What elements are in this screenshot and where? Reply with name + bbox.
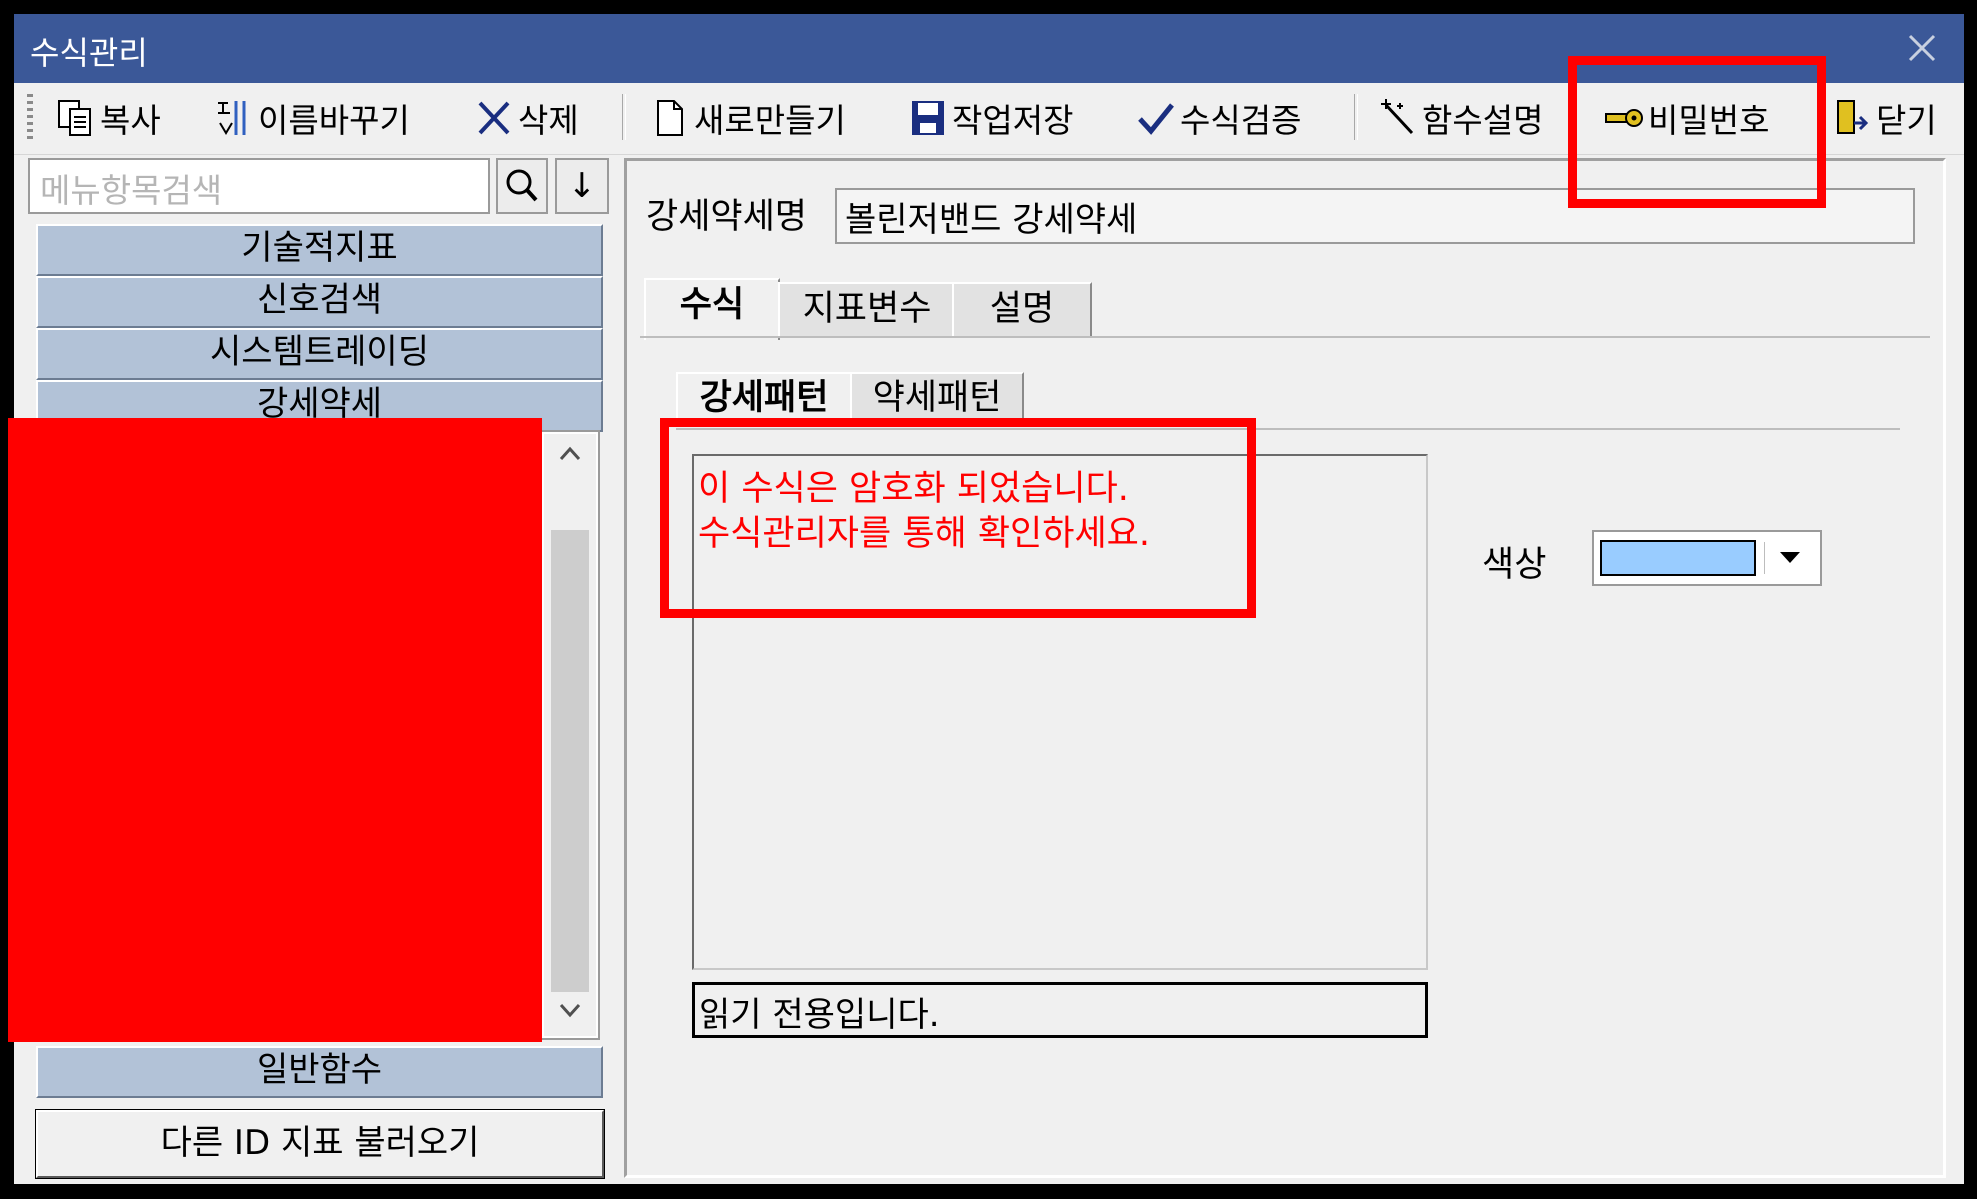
magic-wand-icon [1378, 97, 1418, 139]
close-icon[interactable] [1900, 26, 1944, 70]
encrypted-message-line2: 수식관리자를 통해 확인하세요. [698, 514, 1150, 554]
name-field[interactable]: 볼린저밴드 강세약세 [835, 188, 1915, 244]
copy-button[interactable]: 복사 [56, 93, 161, 143]
save-button[interactable]: 작업저장 [908, 93, 1073, 143]
category-general-functions[interactable]: 일반함수 [36, 1046, 603, 1098]
delete-label: 삭제 [518, 101, 579, 140]
tab-formula[interactable]: 수식 [644, 278, 780, 340]
exit-door-icon [1832, 97, 1872, 139]
chevron-down-icon[interactable] [1780, 552, 1800, 563]
category-system-trading[interactable]: 시스템트레이딩 [36, 328, 603, 380]
password-label: 비밀번호 [1648, 101, 1770, 140]
rename-icon [214, 97, 254, 139]
rename-button[interactable]: 이름바꾸기 [214, 93, 410, 143]
dropdown-separator [1764, 542, 1765, 574]
title-bar [14, 14, 1964, 83]
rename-label: 이름바꾸기 [258, 101, 410, 140]
move-down-button[interactable]: ↓ [555, 158, 609, 214]
save-label: 작업저장 [952, 101, 1074, 140]
copy-label: 복사 [100, 101, 161, 140]
load-other-id-button[interactable]: 다른 ID 지표 불러오기 [35, 1109, 605, 1179]
password-button[interactable]: 비밀번호 [1604, 93, 1769, 143]
subtab-bearish-pattern[interactable]: 약세패턴 [850, 372, 1024, 424]
scroll-thumb[interactable] [551, 530, 589, 992]
verify-label: 수식검증 [1180, 101, 1302, 140]
search-button[interactable] [496, 158, 548, 214]
category-technical-indicators[interactable]: 기술적지표 [36, 224, 603, 276]
new-button[interactable]: 새로만들기 [650, 93, 846, 143]
exit-label: 닫기 [1876, 101, 1937, 140]
tab-indicator-variables[interactable]: 지표변수 [778, 282, 956, 338]
function-help-label: 함수설명 [1422, 101, 1544, 140]
tab-description[interactable]: 설명 [952, 282, 1092, 338]
redacted-area [8, 418, 542, 1042]
floppy-save-icon [908, 97, 948, 139]
checkmark-icon [1136, 97, 1176, 139]
subtab-bullish-pattern[interactable]: 강세패턴 [676, 372, 852, 424]
exit-button[interactable]: 닫기 [1832, 93, 1937, 143]
scroll-down-icon[interactable] [544, 990, 596, 1042]
new-document-icon [650, 97, 690, 139]
toolbar-separator [1354, 94, 1358, 140]
name-label: 강세약세명 [646, 197, 808, 237]
tab-divider [640, 336, 1930, 338]
subtab-divider [676, 428, 1900, 430]
color-swatch [1600, 540, 1756, 576]
search-icon [506, 169, 538, 202]
verify-button[interactable]: 수식검증 [1136, 93, 1301, 143]
color-label: 색상 [1482, 545, 1547, 585]
category-signal-search[interactable]: 신호검색 [36, 276, 603, 328]
toolbar-separator [622, 94, 626, 140]
new-label: 새로만들기 [694, 101, 846, 140]
delete-x-icon [474, 97, 514, 139]
delete-button[interactable]: 삭제 [474, 93, 579, 143]
toolbar-grip[interactable] [27, 94, 33, 140]
encrypted-message-line1: 이 수식은 암호화 되었습니다. [698, 469, 1129, 509]
menu-search-input[interactable]: 메뉴항목검색 [28, 158, 490, 214]
read-only-status: 읽기 전용입니다. [692, 982, 1428, 1038]
function-help-button[interactable]: 함수설명 [1378, 93, 1543, 143]
copy-icon [56, 97, 96, 139]
scroll-up-icon[interactable] [544, 434, 596, 486]
window-title: 수식관리 [30, 34, 148, 72]
key-icon [1604, 97, 1644, 139]
